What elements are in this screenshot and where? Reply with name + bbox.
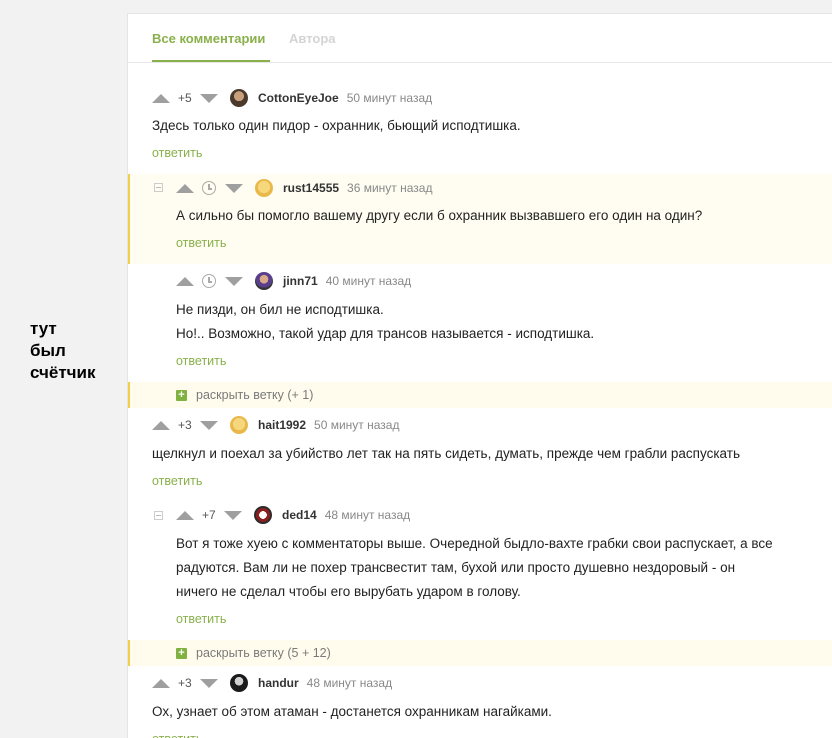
comment-text: щелкнул и поехал за убийство лет так на … xyxy=(152,442,740,466)
reply-link[interactable]: ответить xyxy=(176,354,226,368)
avatar[interactable] xyxy=(255,179,273,197)
clock-icon xyxy=(202,274,216,288)
comment-header: +5 CottonEyeJoe 50 минут назад xyxy=(152,89,432,107)
vote-up-icon[interactable] xyxy=(152,678,170,688)
comment-tabs: Все комментарии Автора xyxy=(128,14,832,63)
vote-down-icon[interactable] xyxy=(225,183,243,193)
vote-up-icon[interactable] xyxy=(176,276,194,286)
side-note: тут был счётчик xyxy=(30,318,96,384)
comment-text: Вот я тоже хуею с комментаторы выше. Оче… xyxy=(176,532,773,604)
comment-username[interactable]: rust14555 xyxy=(283,181,339,195)
comment-text-line: ничего не сделал чтобы его вырубать удар… xyxy=(176,584,521,599)
comment-time[interactable]: 48 минут назад xyxy=(307,676,392,690)
vote-down-icon[interactable] xyxy=(200,678,218,688)
side-note-line: был xyxy=(30,341,66,360)
vote-up-icon[interactable] xyxy=(152,93,170,103)
side-note-line: счётчик xyxy=(30,363,96,382)
comment-text: Не пизди, он бил не исподтишка. Но!.. Во… xyxy=(176,298,594,346)
vote-down-icon[interactable] xyxy=(200,420,218,430)
comment-header: rust14555 36 минут назад xyxy=(176,179,432,197)
expand-branch-label: раскрыть ветку (+ 1) xyxy=(196,388,314,402)
comment-text-line: радуются. Вам ли не похер трансвестит та… xyxy=(176,560,736,575)
comment: +3 handur 48 минут назад Ох, узнает об э… xyxy=(128,670,832,738)
comment-rating: +5 xyxy=(178,91,192,105)
vote-up-icon[interactable] xyxy=(176,183,194,193)
comment: rust14555 36 минут назад А сильно бы пом… xyxy=(128,174,832,264)
vote-up-icon[interactable] xyxy=(176,510,194,520)
plus-icon: + xyxy=(176,389,187,401)
comment-rating: +3 xyxy=(178,676,192,690)
comment-time[interactable]: 50 минут назад xyxy=(314,418,399,432)
active-tab-indicator xyxy=(152,60,270,62)
comment-text-line: Вот я тоже хуею с комментаторы выше. Оче… xyxy=(176,536,773,551)
comment-username[interactable]: CottonEyeJoe xyxy=(258,91,339,105)
comment-header: +7 ded14 48 минут назад xyxy=(176,506,410,524)
plus-icon: + xyxy=(176,647,187,659)
comment-text-line: Здесь только один пидор - охранник, бьющ… xyxy=(152,118,521,133)
comment-text-line: Ох, узнает об этом атаман - достанется о… xyxy=(152,704,552,719)
comment-header: +3 handur 48 минут назад xyxy=(152,674,392,692)
comment: +5 CottonEyeJoe 50 минут назад Здесь тол… xyxy=(128,84,832,174)
reply-link[interactable]: ответить xyxy=(152,474,202,488)
comment-text: Здесь только один пидор - охранник, бьющ… xyxy=(152,114,521,138)
comment-time[interactable]: 40 минут назад xyxy=(326,274,411,288)
collapse-branch-icon[interactable] xyxy=(154,511,163,520)
comment-username[interactable]: jinn71 xyxy=(283,274,318,288)
comment-rating: +7 xyxy=(202,508,216,522)
comment-header: +3 hait1992 50 минут назад xyxy=(152,416,399,434)
reply-link[interactable]: ответить xyxy=(152,732,202,738)
clock-icon xyxy=(202,181,216,195)
comment-text: Ох, узнает об этом атаман - достанется о… xyxy=(152,700,552,724)
tab-author[interactable]: Автора xyxy=(289,31,336,46)
comment-time[interactable]: 48 минут назад xyxy=(325,508,410,522)
avatar[interactable] xyxy=(230,416,248,434)
avatar[interactable] xyxy=(230,674,248,692)
comment-username[interactable]: handur xyxy=(258,676,299,690)
comment-time[interactable]: 36 минут назад xyxy=(347,181,432,195)
expand-branch-label: раскрыть ветку (5 + 12) xyxy=(196,646,331,660)
reply-link[interactable]: ответить xyxy=(176,236,226,250)
comment-header: jinn71 40 минут назад xyxy=(176,272,411,290)
reply-link[interactable]: ответить xyxy=(176,612,226,626)
comment-username[interactable]: ded14 xyxy=(282,508,317,522)
expand-branch-row[interactable]: + раскрыть ветку (5 + 12) xyxy=(128,640,832,666)
avatar[interactable] xyxy=(230,89,248,107)
comment-text-line: Но!.. Возможно, такой удар для трансов н… xyxy=(176,326,595,341)
comment: +7 ded14 48 минут назад Вот я тоже хуею … xyxy=(128,502,832,640)
comment-username[interactable]: hait1992 xyxy=(258,418,306,432)
side-note-line: тут xyxy=(30,319,57,338)
comment-rating: +3 xyxy=(178,418,192,432)
comment-text-line: щелкнул и поехал за убийство лет так на … xyxy=(152,446,740,461)
expand-branch-button[interactable]: + раскрыть ветку (5 + 12) xyxy=(176,646,331,660)
vote-up-icon[interactable] xyxy=(152,420,170,430)
comment: jinn71 40 минут назад Не пизди, он бил н… xyxy=(128,264,832,382)
comment-text-line: Не пизди, он бил не исподтишка. xyxy=(176,302,384,317)
comment: +3 hait1992 50 минут назад щелкнул и пое… xyxy=(128,412,832,502)
vote-down-icon[interactable] xyxy=(200,93,218,103)
vote-down-icon[interactable] xyxy=(225,276,243,286)
comments-panel: Все комментарии Автора +5 CottonEyeJoe 5… xyxy=(127,13,832,738)
expand-branch-button[interactable]: + раскрыть ветку (+ 1) xyxy=(176,388,313,402)
collapse-branch-icon[interactable] xyxy=(154,183,163,192)
tab-all-comments[interactable]: Все комментарии xyxy=(152,31,265,46)
comment-text: А сильно бы помогло вашему другу если б … xyxy=(176,204,702,228)
comment-time[interactable]: 50 минут назад xyxy=(347,91,432,105)
vote-down-icon[interactable] xyxy=(224,510,242,520)
comment-text-line: А сильно бы помогло вашему другу если б … xyxy=(176,208,703,223)
avatar[interactable] xyxy=(255,272,273,290)
reply-link[interactable]: ответить xyxy=(152,146,202,160)
avatar[interactable] xyxy=(254,506,272,524)
expand-branch-row[interactable]: + раскрыть ветку (+ 1) xyxy=(128,382,832,408)
